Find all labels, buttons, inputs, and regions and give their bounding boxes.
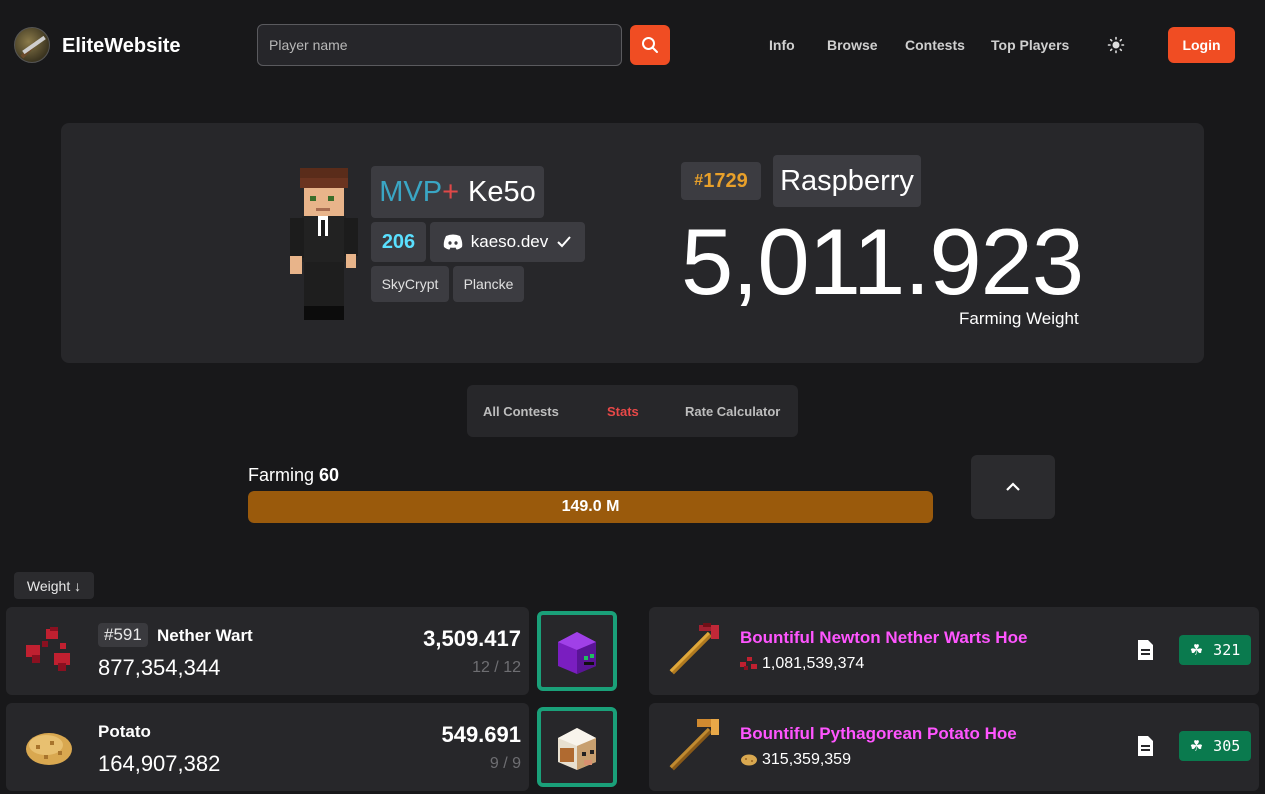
skyblock-level-badge: 206 <box>371 222 426 262</box>
skill-level: 60 <box>319 465 340 485</box>
rank-plus: + <box>442 175 460 208</box>
tool-counter: 315,359,359 <box>740 751 851 769</box>
player-search-input[interactable] <box>257 24 622 66</box>
crop-pet-slot-nether-wart[interactable] <box>537 611 617 691</box>
nether-wart-small-icon <box>740 657 757 670</box>
profile-tabs: All Contests Stats Rate Calculator <box>467 385 798 437</box>
farming-weight-label: Farming Weight <box>959 309 1079 328</box>
clover-icon: ☘ <box>1189 641 1204 659</box>
tool-counter-value: 1,081,539,374 <box>762 655 865 672</box>
crop-weight: 549.691 <box>441 722 521 747</box>
tab-rate-calculator[interactable]: Rate Calculator <box>685 404 780 419</box>
farming-weight-value: 5,011.923 <box>681 209 1084 314</box>
tool-counter: 1,081,539,374 <box>740 655 864 673</box>
skill-xp-text: 149.0 M <box>561 498 620 515</box>
tool-card-potato-hoe[interactable]: Bountiful Pythagorean Potato Hoe 315,359… <box>649 703 1259 791</box>
crop-collection: 164,907,382 <box>98 751 221 776</box>
login-button[interactable]: Login <box>1168 27 1235 63</box>
clover-icon: ☘ <box>1189 737 1204 755</box>
tool-counter-value: 315,359,359 <box>762 751 851 768</box>
skill-label: Farming 60 <box>248 465 339 486</box>
nav-link-contests[interactable]: Contests <box>905 37 965 53</box>
nether-wart-icon <box>26 627 70 671</box>
skycrypt-link-button[interactable]: SkyCrypt <box>371 266 449 302</box>
leaderboard-rank-badge[interactable]: #1729 <box>681 162 761 200</box>
crop-name: Nether Wart <box>157 626 253 645</box>
crop-rank-badge[interactable]: #591 <box>98 623 148 647</box>
nav-link-info[interactable]: Info <box>769 37 795 53</box>
tab-stats[interactable]: Stats <box>607 404 639 419</box>
nether-wart-hoe-icon <box>669 623 719 675</box>
tool-name: Bountiful Pythagorean Potato Hoe <box>740 724 1017 743</box>
farming-fortune-badge: ☘ 321 <box>1179 635 1251 665</box>
crop-weight: 3,509.417 <box>423 626 521 651</box>
discord-link-chip[interactable]: kaeso.dev <box>430 222 585 262</box>
crop-collection: 877,354,344 <box>98 655 221 680</box>
potato-hoe-icon <box>669 719 719 771</box>
navbar: EliteWebsite Info Browse Contests Top Pl… <box>0 0 1265 90</box>
farming-fortune-value: 305 <box>1213 737 1241 755</box>
tool-name: Bountiful Newton Nether Warts Hoe <box>740 628 1028 647</box>
crop-medal-progress: 9 / 9 <box>489 755 521 772</box>
purple-rabbit-head-icon <box>558 632 596 674</box>
mooshroom-head-icon <box>558 728 596 770</box>
discord-username: kaeso.dev <box>470 232 549 251</box>
document-icon[interactable] <box>1135 639 1155 661</box>
site-logo[interactable] <box>14 27 50 63</box>
crop-pet-slot-potato[interactable] <box>537 707 617 787</box>
plancke-link-button[interactable]: Plancke <box>453 266 524 302</box>
search-button[interactable] <box>630 25 670 65</box>
potato-icon <box>26 733 72 765</box>
document-icon[interactable] <box>1135 735 1155 757</box>
search-icon <box>642 37 658 53</box>
player-skin-avatar <box>290 168 358 320</box>
crop-card-nether-wart[interactable]: #591 Nether Wart 877,354,344 3,509.417 1… <box>6 607 529 695</box>
crop-name: Potato <box>98 722 151 741</box>
nav-link-browse[interactable]: Browse <box>827 37 878 53</box>
tool-card-nether-wart-hoe[interactable]: Bountiful Newton Nether Warts Hoe 1,081,… <box>649 607 1259 695</box>
sort-weight-button[interactable]: Weight ↓ <box>14 572 94 599</box>
chevron-up-icon <box>1006 482 1020 491</box>
crop-card-potato[interactable]: Potato 164,907,382 549.691 9 / 9 <box>6 703 529 791</box>
username: Ke5o <box>468 175 536 208</box>
nav-link-top-players[interactable]: Top Players <box>991 37 1069 53</box>
brand-name[interactable]: EliteWebsite <box>62 35 181 58</box>
theme-toggle-button[interactable] <box>1106 35 1126 55</box>
skill-name: Farming <box>248 465 315 485</box>
sun-icon <box>1107 36 1125 54</box>
collapse-skills-button[interactable] <box>971 455 1055 519</box>
verified-check-icon <box>557 236 571 248</box>
leaderboard-rank-value: 1729 <box>703 169 748 192</box>
skill-progress-bar: 149.0 M <box>248 491 933 523</box>
farming-fortune-badge: ☘ 305 <box>1179 731 1251 761</box>
potato-small-icon <box>741 754 757 766</box>
player-name-chip: MVP + Ke5o <box>371 166 544 218</box>
tab-all-contests[interactable]: All Contests <box>483 404 559 419</box>
rank-prefix: MVP <box>379 175 443 208</box>
crop-medal-progress: 12 / 12 <box>472 659 521 676</box>
discord-icon <box>443 234 462 250</box>
farming-fortune-value: 321 <box>1213 641 1241 659</box>
profile-selector[interactable]: Raspberry <box>773 155 921 207</box>
